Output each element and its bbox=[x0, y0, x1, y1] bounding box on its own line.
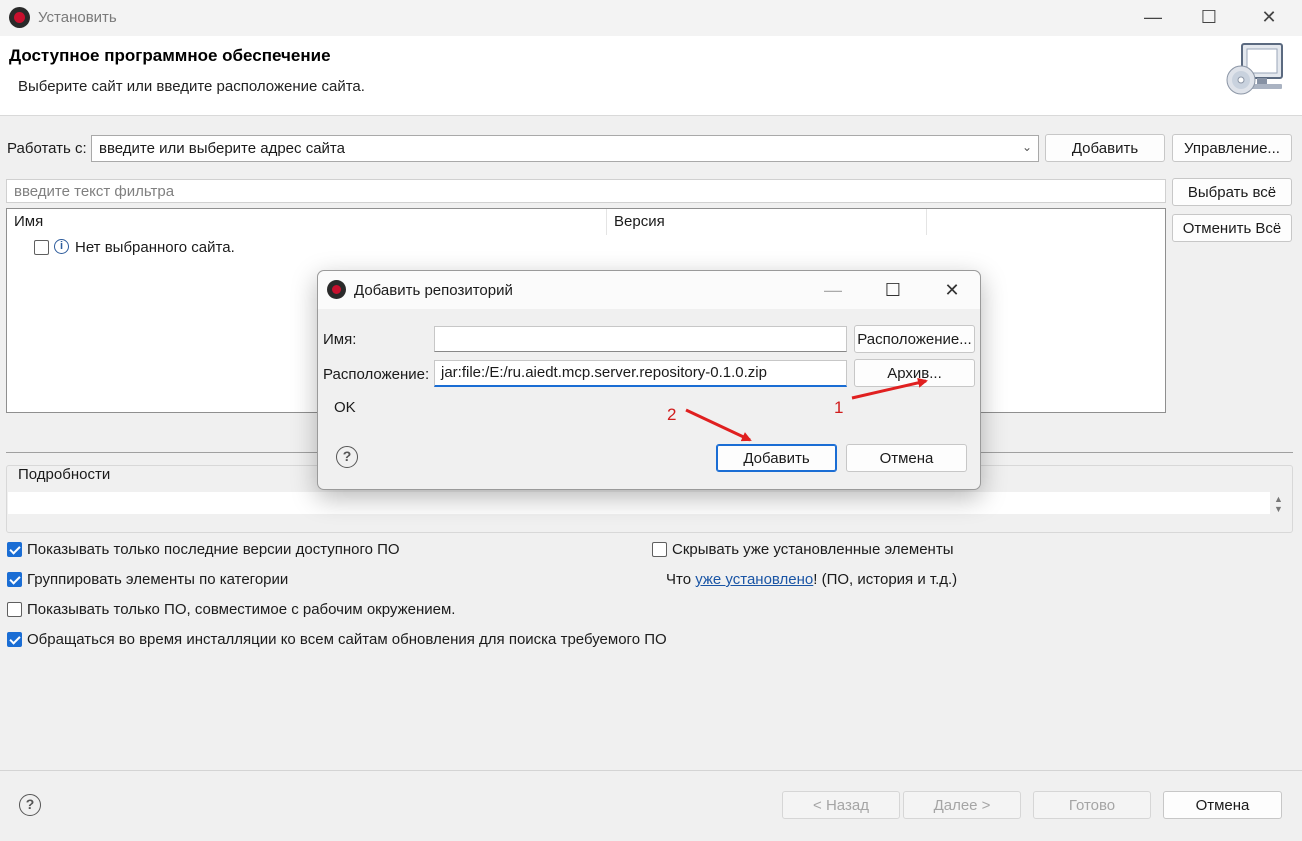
repo-location-label: Расположение: bbox=[323, 366, 430, 383]
close-icon[interactable]: ✕ bbox=[1241, 0, 1297, 36]
details-label: Подробности bbox=[16, 466, 113, 483]
install-monitor-icon bbox=[1226, 43, 1283, 95]
dialog-add-button[interactable]: Добавить bbox=[716, 444, 837, 472]
already-installed-link[interactable]: уже установлено bbox=[695, 571, 813, 588]
back-button[interactable]: < Назад bbox=[782, 791, 900, 819]
manage-sites-button[interactable]: Управление... bbox=[1172, 134, 1292, 162]
details-text-area[interactable] bbox=[8, 492, 1270, 514]
work-with-label: Работать с: bbox=[7, 140, 87, 157]
repo-name-input[interactable] bbox=[434, 326, 847, 352]
page-title: Доступное программное обеспечение bbox=[9, 46, 331, 65]
dialog-status-text: OK bbox=[334, 399, 356, 416]
dialog-title: Добавить репозиторий bbox=[354, 282, 513, 299]
show-latest-label: Показывать только последние версии досту… bbox=[27, 541, 400, 558]
dialog-maximize-icon[interactable]: ☐ bbox=[868, 275, 918, 305]
dialog-cancel-button[interactable]: Отмена bbox=[846, 444, 967, 472]
annotation-step-1: 1 bbox=[834, 398, 844, 417]
finish-button[interactable]: Готово bbox=[1033, 791, 1151, 819]
app-logo-icon bbox=[9, 7, 30, 28]
site-combobox[interactable]: введите или выберите адрес сайта ⌄ bbox=[91, 135, 1039, 162]
contact-all-sites-checkbox[interactable] bbox=[7, 632, 22, 647]
add-site-button[interactable]: Добавить bbox=[1045, 134, 1165, 162]
hide-installed-checkbox[interactable] bbox=[652, 542, 667, 557]
filter-input[interactable]: введите текст фильтра bbox=[6, 179, 1166, 203]
installed-prefix: Что bbox=[666, 571, 696, 588]
installed-suffix: ! (ПО, история и т.д.) bbox=[813, 571, 958, 588]
dialog-minimize-icon: — bbox=[824, 280, 842, 300]
chevron-down-icon[interactable]: ⌄ bbox=[1022, 140, 1032, 154]
group-by-category-checkbox[interactable] bbox=[7, 572, 22, 587]
minimize-icon[interactable]: — bbox=[1125, 0, 1181, 36]
next-button[interactable]: Далее > bbox=[903, 791, 1021, 819]
details-scroll-arrows[interactable]: ▲ ▼ bbox=[1274, 494, 1283, 514]
installed-info-text: Что уже установлено! (ПО, история и т.д.… bbox=[666, 571, 957, 588]
group-by-category-label: Группировать элементы по категории bbox=[27, 571, 289, 588]
row-checkbox[interactable] bbox=[34, 240, 49, 255]
help-icon[interactable]: ? bbox=[19, 794, 41, 816]
maximize-icon[interactable]: ☐ bbox=[1181, 0, 1237, 36]
dialog-app-icon bbox=[327, 280, 346, 299]
contact-all-sites-label: Обращаться во время инсталляции ко всем … bbox=[27, 631, 667, 648]
info-icon: i bbox=[54, 239, 69, 254]
deselect-all-button[interactable]: Отменить Всё bbox=[1172, 214, 1292, 242]
site-combobox-value: введите или выберите адрес сайта bbox=[99, 140, 345, 157]
show-compatible-checkbox[interactable] bbox=[7, 602, 22, 617]
show-compatible-label: Показывать только ПО, совместимое с рабо… bbox=[27, 601, 456, 618]
add-repository-dialog[interactable]: Добавить репозиторий — ☐ ✕ Имя: Располож… bbox=[317, 270, 981, 490]
annotation-step-2: 2 bbox=[667, 405, 677, 424]
window-title: Установить bbox=[38, 9, 117, 26]
repo-name-label: Имя: bbox=[323, 331, 357, 348]
dialog-close-icon[interactable]: ✕ bbox=[927, 275, 977, 305]
repo-location-input[interactable]: jar:file:/E:/ru.aiedt.mcp.server.reposit… bbox=[434, 360, 847, 387]
column-header-version[interactable]: Версия bbox=[607, 209, 927, 235]
show-latest-checkbox[interactable] bbox=[7, 542, 22, 557]
cancel-button[interactable]: Отмена bbox=[1163, 791, 1282, 819]
column-header-name[interactable]: Имя bbox=[7, 209, 607, 235]
archive-button[interactable]: Архив... bbox=[854, 359, 975, 387]
select-all-button[interactable]: Выбрать всё bbox=[1172, 178, 1292, 206]
window-titlebar bbox=[0, 0, 1302, 36]
dialog-help-icon[interactable]: ? bbox=[336, 446, 358, 468]
table-row-name: Нет выбранного сайта. bbox=[75, 239, 235, 256]
hide-installed-label: Скрывать уже установленные элементы bbox=[672, 541, 954, 558]
page-subtitle: Выберите сайт или введите расположение с… bbox=[18, 78, 365, 95]
local-location-button[interactable]: Расположение... bbox=[854, 325, 975, 353]
footer-divider bbox=[0, 770, 1302, 771]
